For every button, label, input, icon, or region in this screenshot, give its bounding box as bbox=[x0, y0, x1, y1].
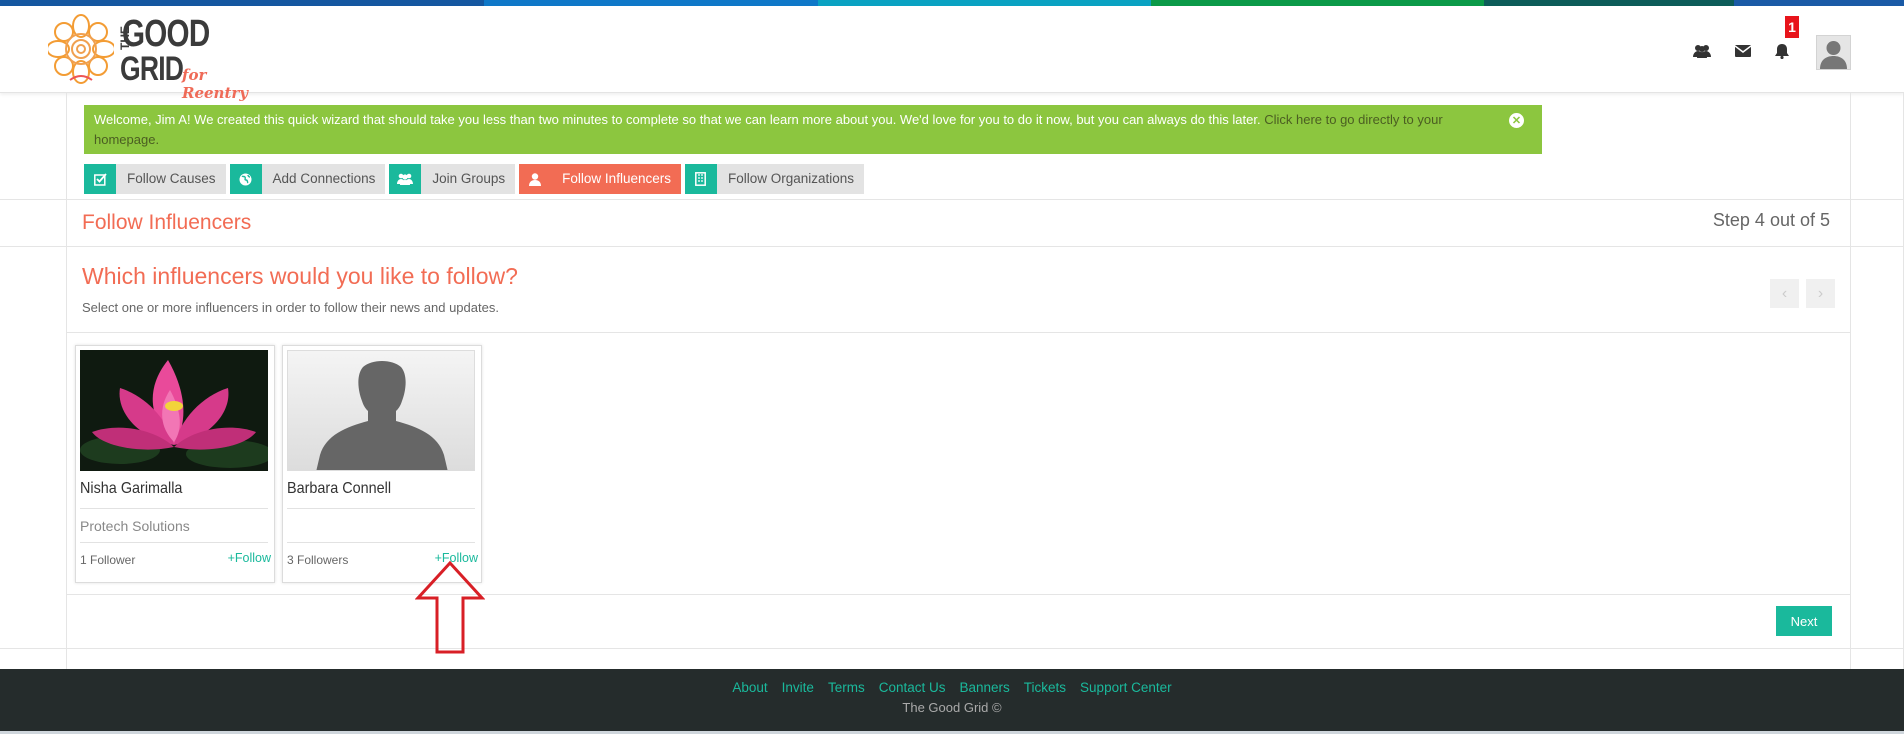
follower-count: 3 Followers bbox=[287, 553, 349, 567]
step-indicator: Step 4 out of 5 bbox=[1712, 210, 1830, 230]
divider bbox=[287, 508, 475, 509]
influencer-organization: Protech Solutions bbox=[80, 518, 190, 534]
divider bbox=[0, 648, 1904, 649]
footer-link-terms[interactable]: Terms bbox=[828, 680, 865, 695]
flower-logo-icon bbox=[48, 14, 114, 84]
footer-links: About Invite Terms Contact Us Banners Ti… bbox=[0, 680, 1904, 695]
welcome-message: Welcome, Jim A! We created this quick wi… bbox=[94, 112, 1261, 127]
divider bbox=[0, 199, 1904, 200]
footer-link-contact[interactable]: Contact Us bbox=[879, 680, 946, 695]
tab-label: Add Connections bbox=[261, 164, 386, 194]
user-icon bbox=[519, 164, 552, 194]
footer-link-support[interactable]: Support Center bbox=[1080, 680, 1172, 695]
influencer-photo bbox=[80, 350, 268, 471]
building-icon bbox=[684, 164, 717, 194]
tab-follow-organizations[interactable]: Follow Organizations bbox=[684, 164, 865, 194]
container-border-left bbox=[66, 93, 67, 669]
site-header: GOOD GRID for Reentry THE 1 bbox=[0, 6, 1904, 102]
divider bbox=[287, 542, 475, 543]
globe-icon bbox=[229, 164, 262, 194]
checkbox-icon bbox=[84, 164, 116, 194]
divider bbox=[66, 594, 1850, 595]
site-footer: About Invite Terms Contact Us Banners Ti… bbox=[0, 669, 1904, 731]
next-button[interactable]: Next bbox=[1776, 606, 1832, 636]
divider bbox=[66, 332, 1850, 333]
divider bbox=[80, 542, 268, 543]
group-icon bbox=[389, 164, 422, 194]
next-page-button[interactable]: › bbox=[1806, 279, 1835, 308]
notification-badge: 1 bbox=[1785, 16, 1799, 38]
footer-link-banners[interactable]: Banners bbox=[959, 680, 1009, 695]
logo-grid-text: GRID bbox=[120, 50, 184, 88]
envelope-icon[interactable] bbox=[1732, 40, 1754, 62]
bell-icon[interactable] bbox=[1771, 40, 1793, 62]
close-icon[interactable]: ✕ bbox=[1509, 113, 1524, 128]
section-heading: Which influencers would you like to foll… bbox=[82, 263, 518, 289]
page-title: Follow Influencers bbox=[82, 211, 252, 234]
tab-label: Follow Influencers bbox=[551, 164, 681, 194]
people-icon[interactable] bbox=[1691, 40, 1713, 62]
copyright-text: The Good Grid © bbox=[902, 700, 1002, 715]
default-avatar-image bbox=[287, 350, 475, 471]
tab-label: Join Groups bbox=[421, 164, 516, 194]
divider bbox=[0, 246, 1904, 247]
logo-tagline: for Reentry bbox=[182, 66, 249, 102]
influencer-name[interactable]: Barbara Connell bbox=[287, 480, 391, 498]
tab-add-connections[interactable]: Add Connections bbox=[229, 164, 386, 194]
footer-link-tickets[interactable]: Tickets bbox=[1024, 680, 1066, 695]
tab-label: Follow Organizations bbox=[716, 164, 865, 194]
influencer-card: Barbara Connell 3 Followers +Follow bbox=[282, 345, 482, 583]
influencer-name[interactable]: Nisha Garimalla bbox=[80, 480, 182, 498]
tab-follow-causes[interactable]: Follow Causes bbox=[84, 164, 226, 194]
footer-link-invite[interactable]: Invite bbox=[782, 680, 814, 695]
follower-count: 1 Follower bbox=[80, 553, 136, 567]
tab-join-groups[interactable]: Join Groups bbox=[389, 164, 516, 194]
chevron-left-icon: ‹ bbox=[1781, 284, 1788, 302]
divider bbox=[80, 508, 268, 509]
up-arrow-annotation-icon bbox=[415, 560, 485, 654]
logo-good-text: GOOD bbox=[122, 13, 210, 55]
welcome-banner: Welcome, Jim A! We created this quick wi… bbox=[84, 105, 1542, 154]
tab-follow-influencers[interactable]: Follow Influencers bbox=[519, 164, 681, 194]
logo-the-text: THE bbox=[118, 26, 132, 50]
container-border-right bbox=[1850, 93, 1851, 669]
user-avatar[interactable] bbox=[1816, 35, 1851, 70]
site-logo[interactable]: GOOD GRID for Reentry THE bbox=[48, 12, 268, 102]
chevron-right-icon: › bbox=[1817, 284, 1824, 302]
follow-button[interactable]: +Follow bbox=[228, 551, 271, 565]
footer-link-about[interactable]: About bbox=[732, 680, 767, 695]
tab-label: Follow Causes bbox=[116, 164, 226, 194]
prev-page-button[interactable]: ‹ bbox=[1770, 279, 1799, 308]
section-subtitle: Select one or more influencers in order … bbox=[82, 300, 499, 315]
influencer-card: Nisha Garimalla Protech Solutions 1 Foll… bbox=[75, 345, 275, 583]
wizard-tabs: Follow Causes Add Connections Join Group… bbox=[84, 164, 868, 194]
